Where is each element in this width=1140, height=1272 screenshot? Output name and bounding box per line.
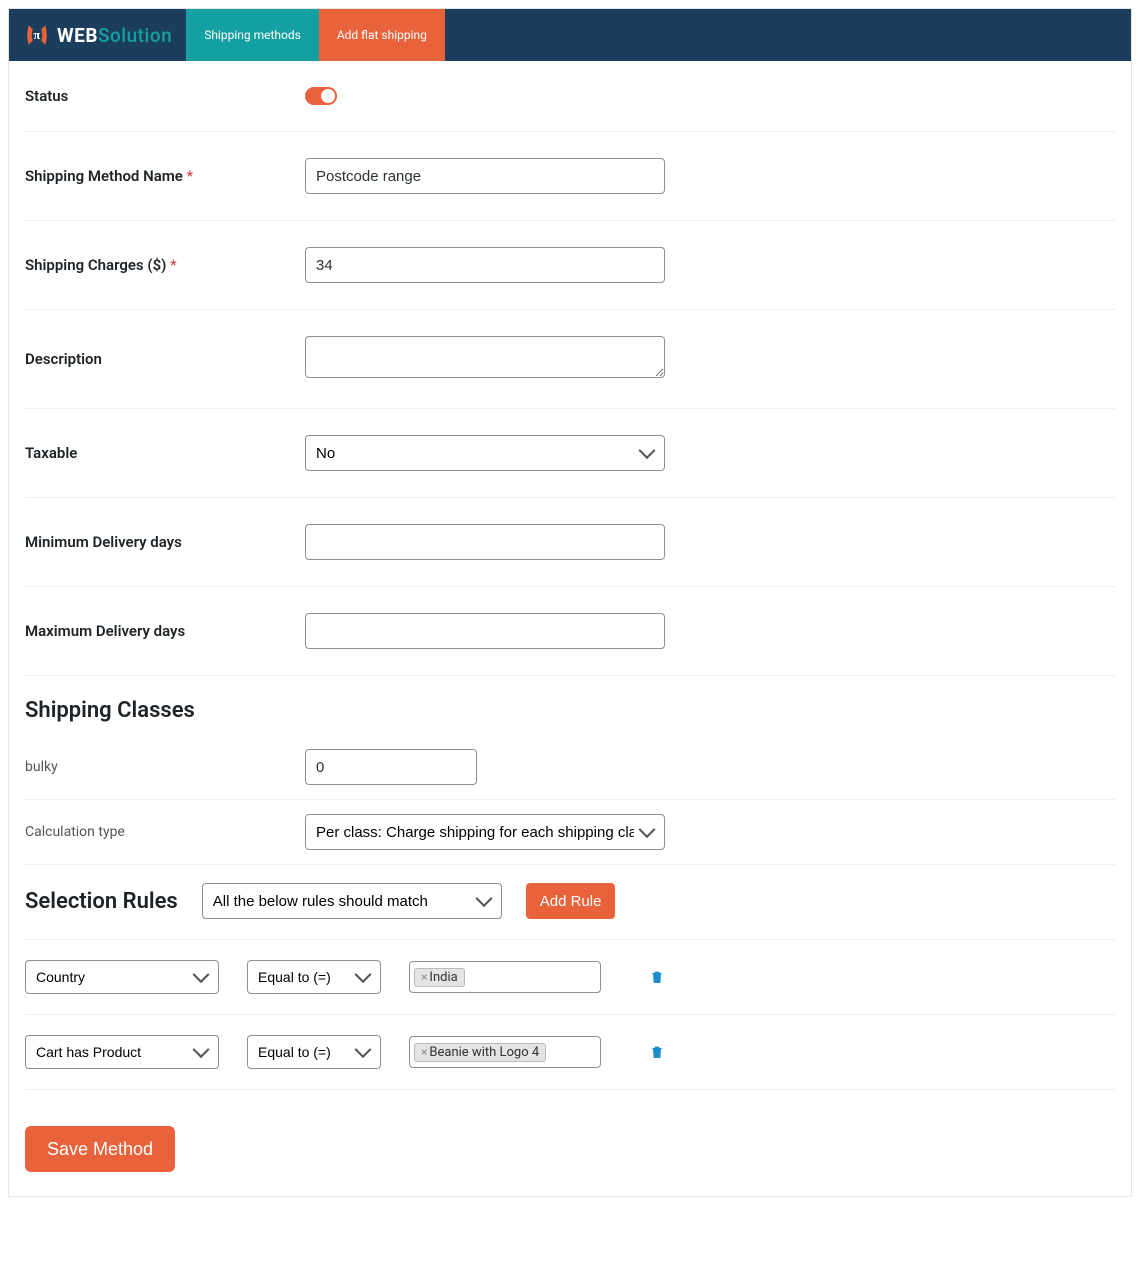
description-textarea[interactable] xyxy=(305,336,665,378)
calc-type-label: Calculation type xyxy=(25,824,305,840)
header-bar: π WEBSolution Shipping methods Add flat … xyxy=(9,9,1131,61)
name-label: Shipping Method Name * xyxy=(25,167,305,185)
delete-rule-icon[interactable] xyxy=(649,968,665,986)
brand-solution: Solution xyxy=(98,24,172,47)
min-delivery-input[interactable] xyxy=(305,524,665,560)
rule-value-tags[interactable]: ×India xyxy=(409,961,601,993)
status-label: Status xyxy=(25,87,305,105)
taxable-label: Taxable xyxy=(25,444,305,462)
rule-field-select[interactable]: Country xyxy=(25,960,219,994)
save-method-button[interactable]: Save Method xyxy=(25,1126,175,1172)
rule-operator-select[interactable]: Equal to (=) xyxy=(247,1035,381,1069)
svg-text:π: π xyxy=(33,28,40,42)
add-rule-button[interactable]: Add Rule xyxy=(526,883,616,919)
tag-remove-icon[interactable]: × xyxy=(421,1045,427,1059)
brand-logo: π WEBSolution xyxy=(9,9,186,61)
tab-shipping-methods[interactable]: Shipping methods xyxy=(186,9,319,61)
status-toggle[interactable] xyxy=(305,87,337,105)
description-label: Description xyxy=(25,350,305,368)
rule-value-tags[interactable]: ×Beanie with Logo 4 xyxy=(409,1036,601,1068)
pi-logo-icon: π xyxy=(23,21,51,49)
tag-item[interactable]: ×India xyxy=(414,968,465,987)
charges-label: Shipping Charges ($) * xyxy=(25,256,305,274)
delete-rule-icon[interactable] xyxy=(649,1043,665,1061)
rules-match-select[interactable]: All the below rules should match xyxy=(202,883,502,919)
max-days-label: Maximum Delivery days xyxy=(25,622,305,640)
tag-item[interactable]: ×Beanie with Logo 4 xyxy=(414,1043,546,1062)
rule-row: Cart has Product Equal to (=) ×Beanie wi… xyxy=(25,1015,1115,1090)
tab-add-flat-shipping[interactable]: Add flat shipping xyxy=(319,9,445,61)
calc-type-select[interactable]: Per class: Charge shipping for each ship… xyxy=(305,814,665,850)
selection-rules-heading: Selection Rules xyxy=(25,889,178,914)
min-days-label: Minimum Delivery days xyxy=(25,533,305,551)
tag-remove-icon[interactable]: × xyxy=(421,970,427,984)
taxable-select[interactable]: No xyxy=(305,435,665,471)
bulky-input[interactable] xyxy=(305,749,477,785)
rule-operator-select[interactable]: Equal to (=) xyxy=(247,960,381,994)
max-delivery-input[interactable] xyxy=(305,613,665,649)
shipping-method-name-input[interactable] xyxy=(305,158,665,194)
shipping-classes-heading: Shipping Classes xyxy=(25,676,1115,735)
rule-field-select[interactable]: Cart has Product xyxy=(25,1035,219,1069)
rule-row: Country Equal to (=) ×India xyxy=(25,940,1115,1015)
bulky-label: bulky xyxy=(25,759,305,775)
shipping-charges-input[interactable] xyxy=(305,247,665,283)
brand-web: WEB xyxy=(57,24,98,47)
